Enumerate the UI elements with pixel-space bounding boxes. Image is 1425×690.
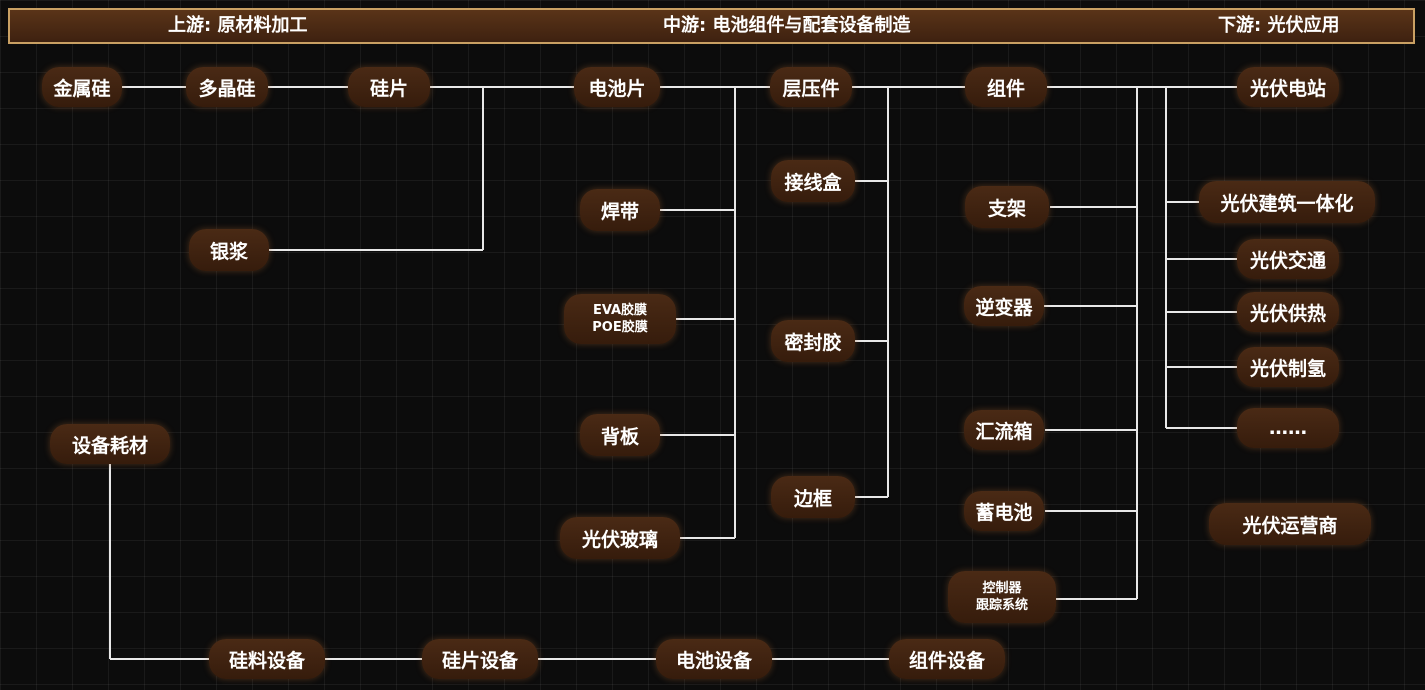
node-label: 汇流箱 xyxy=(975,420,1033,443)
node-label: 接线盒 xyxy=(784,171,842,194)
node-label: 逆变器 xyxy=(975,296,1033,319)
node-label: 电池片 xyxy=(588,77,646,100)
node-label: 边框 xyxy=(793,487,832,510)
node-solar-cell[interactable]: 电池片 xyxy=(574,67,660,107)
node-label: 硅片设备 xyxy=(441,649,518,672)
node-polysilicon[interactable]: 多晶硅 xyxy=(186,67,268,107)
node-pv-transport[interactable]: 光伏交通 xyxy=(1237,239,1339,279)
node-label: 光伏玻璃 xyxy=(581,528,658,551)
node-label: 光伏建筑一体化 xyxy=(1220,192,1354,215)
node-cell-equipment[interactable]: 电池设备 xyxy=(656,639,772,679)
node-label-line2: 跟踪系统 xyxy=(975,598,1028,613)
node-frame[interactable]: 边框 xyxy=(771,476,855,518)
node-polysilicon-equipment[interactable]: 硅料设备 xyxy=(209,639,325,679)
node-label: 支架 xyxy=(987,197,1026,220)
node-label: 背板 xyxy=(600,425,639,448)
node-label: 金属硅 xyxy=(53,77,111,100)
node-encapsulant-film[interactable]: EVA胶膜 POE胶膜 xyxy=(564,294,676,344)
node-label: 密封胶 xyxy=(784,331,842,354)
node-pv-heating[interactable]: 光伏供热 xyxy=(1237,292,1339,332)
industry-chain-diagram: 上游: 原材料加工 中游: 电池组件与配套设备制造 下游: 光伏应用 金属硅 多… xyxy=(0,0,1425,690)
node-ribbon[interactable]: 焊带 xyxy=(580,189,660,231)
node-label: 蓄电池 xyxy=(975,501,1033,524)
node-pv-glass[interactable]: 光伏玻璃 xyxy=(560,517,680,559)
node-module-equipment[interactable]: 组件设备 xyxy=(889,639,1005,679)
node-label-line1: EVA胶膜 xyxy=(592,303,648,318)
node-junction-box[interactable]: 接线盒 xyxy=(771,160,855,202)
node-laminate[interactable]: 层压件 xyxy=(770,67,852,107)
node-label: 设备耗材 xyxy=(71,434,148,457)
node-label: 光伏制氢 xyxy=(1249,357,1326,380)
node-label: 组件设备 xyxy=(908,649,985,672)
node-combiner-box[interactable]: 汇流箱 xyxy=(964,410,1044,450)
node-storage-battery[interactable]: 蓄电池 xyxy=(964,491,1044,531)
node-silicon-wafer[interactable]: 硅片 xyxy=(348,67,430,107)
node-mounting-bracket[interactable]: 支架 xyxy=(965,186,1049,228)
node-wafer-equipment[interactable]: 硅片设备 xyxy=(422,639,538,679)
node-label: 硅片 xyxy=(369,77,408,100)
node-controller-tracking[interactable]: 控制器 跟踪系统 xyxy=(948,571,1056,623)
node-equipment-consumables[interactable]: 设备耗材 xyxy=(50,424,170,464)
node-label: 焊带 xyxy=(600,200,639,223)
node-label: 光伏电站 xyxy=(1249,77,1326,100)
node-metallurgical-silicon[interactable]: 金属硅 xyxy=(42,67,122,107)
node-label-line1: 控制器 xyxy=(982,581,1022,596)
node-module[interactable]: 组件 xyxy=(965,67,1047,107)
node-label: 多晶硅 xyxy=(198,77,256,100)
node-more-applications[interactable]: …… xyxy=(1237,408,1339,448)
node-label: 银浆 xyxy=(209,240,248,263)
node-pv-operator[interactable]: 光伏运营商 xyxy=(1209,503,1371,545)
node-label: 光伏运营商 xyxy=(1242,514,1338,537)
node-label: 层压件 xyxy=(782,77,840,100)
node-inverter[interactable]: 逆变器 xyxy=(964,286,1044,326)
node-pv-power-station[interactable]: 光伏电站 xyxy=(1237,67,1339,107)
node-label: 组件 xyxy=(986,77,1025,100)
node-label: 光伏交通 xyxy=(1249,249,1326,272)
node-backsheet[interactable]: 背板 xyxy=(580,414,660,456)
node-label: …… xyxy=(1269,417,1307,439)
node-pv-hydrogen[interactable]: 光伏制氢 xyxy=(1237,347,1339,387)
node-silver-paste[interactable]: 银浆 xyxy=(189,229,269,271)
node-label: 光伏供热 xyxy=(1249,302,1326,325)
node-sealant[interactable]: 密封胶 xyxy=(771,320,855,362)
node-label: 硅料设备 xyxy=(228,649,305,672)
node-bipv[interactable]: 光伏建筑一体化 xyxy=(1199,181,1375,223)
node-label-line2: POE胶膜 xyxy=(592,320,648,335)
node-label: 电池设备 xyxy=(675,649,752,672)
